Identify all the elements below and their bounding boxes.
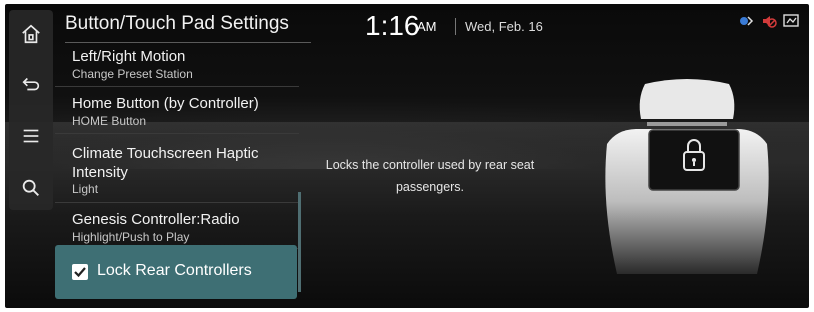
list-item-genesis-controller[interactable]: Genesis Controller:Radio Highlight/Push … [55,208,299,249]
title-divider [65,42,311,43]
header-separator [455,18,456,35]
list-item-lock-rear-controllers[interactable]: Lock Rear Controllers [55,245,297,299]
list-scrollbar[interactable] [298,192,301,292]
list-item-climate-haptic[interactable]: Climate Touchscreen Haptic Intensity Lig… [55,140,299,203]
back-icon [22,77,40,91]
rear-seat-illustration [605,79,769,274]
list-item-value: Change Preset Station [72,67,193,81]
list-item-label: Genesis Controller:Radio [72,211,240,228]
menu-icon [23,129,39,143]
list-item-label: Climate Touchscreen Haptic Intensity [72,145,259,181]
list-item-value: HOME Button [72,114,147,128]
menu-button[interactable] [9,114,53,158]
infotainment-screen: Button/Touch Pad Settings 1:16 AM Wed, F… [5,4,809,308]
setting-description: Locks the controller used by rear seat p… [325,158,535,194]
mute-icon [761,14,777,33]
side-navigation-rail [9,10,53,210]
list-item-label: Home Button (by Controller) [72,95,259,112]
search-icon [22,179,39,196]
clock-date: Wed, Feb. 16 [465,19,543,34]
lock-rear-label: Lock Rear Controllers [97,262,252,279]
clock-time: 1:16 [365,10,420,41]
list-item-left-right-motion[interactable]: Left/Right Motion Change Preset Station [55,44,299,87]
home-icon [22,24,40,44]
back-button[interactable] [9,62,53,106]
home-button[interactable] [9,12,53,56]
status-bar [739,14,801,33]
bluetooth-phone-icon [739,14,755,33]
search-button[interactable] [9,166,53,210]
clock-ampm: AM [417,19,437,34]
list-item-home-button[interactable]: Home Button (by Controller) HOME Button [55,91,299,134]
page-title: Button/Touch Pad Settings [65,13,289,34]
list-item-value: Highlight/Push to Play [72,230,190,244]
checkmark-icon [74,267,86,278]
list-item-value: Light [72,182,99,196]
phone-projection-icon [783,14,801,33]
lock-rear-checkbox[interactable] [72,264,88,280]
list-item-label: Left/Right Motion [72,48,186,65]
